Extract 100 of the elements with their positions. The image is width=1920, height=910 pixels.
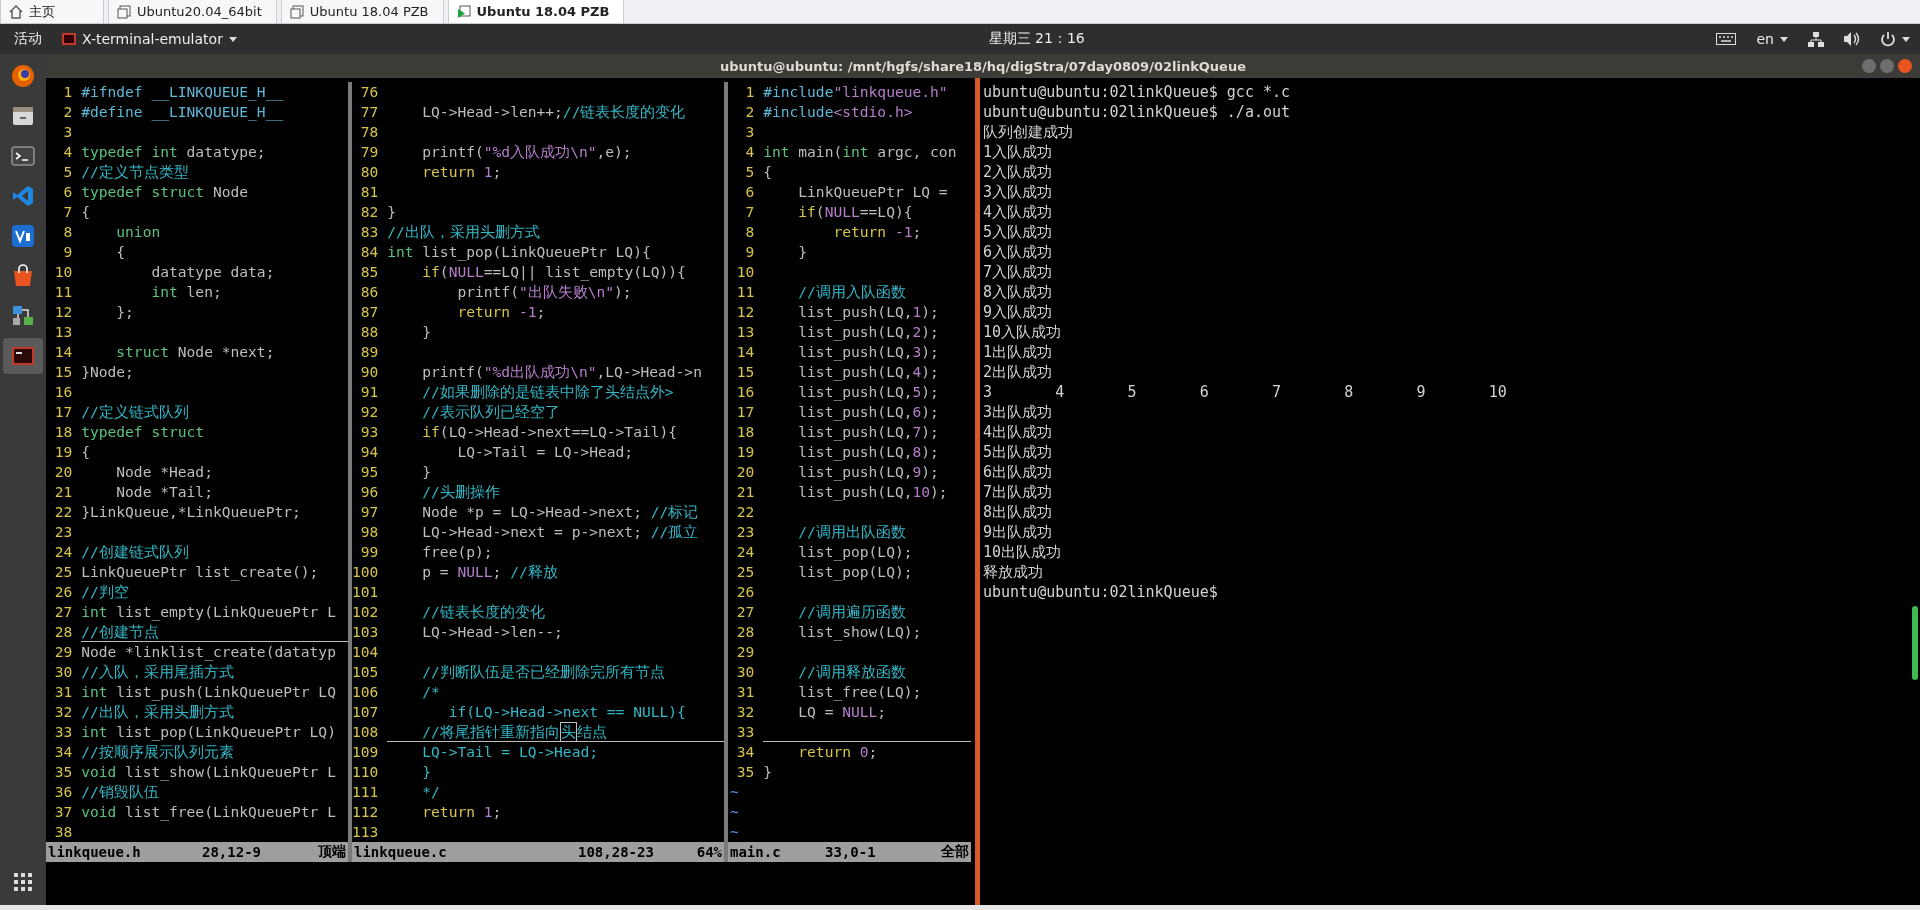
line-number: 89: [359, 342, 380, 362]
line-number: 25: [735, 562, 756, 582]
code-line: typedef int datatype;: [81, 142, 266, 162]
line-number: 21: [735, 482, 756, 502]
line-number: 19: [53, 442, 74, 462]
scrollbar-thumb[interactable]: [1912, 606, 1918, 680]
code-line: }LinkQueue,*LinkQueuePtr;: [81, 502, 301, 522]
power-icon[interactable]: [1880, 31, 1896, 47]
code-line: Node *Tail;: [115, 482, 213, 502]
file-drawer-icon: [11, 104, 35, 128]
code-line: void list_show(LinkQueuePtr L: [81, 762, 336, 782]
line-number: 5: [62, 162, 74, 182]
network-icon[interactable]: [1808, 31, 1824, 47]
code-line: list_push(LQ,7);: [797, 422, 939, 442]
code-line: int list_push(LinkQueuePtr LQ: [81, 682, 336, 702]
terminal-line: 2出队成功: [983, 362, 1053, 382]
line-number: 111: [352, 782, 380, 802]
line-number: 110: [352, 762, 380, 782]
line-number: 108: [352, 722, 380, 742]
clock[interactable]: 星期三 21：16: [868, 30, 1085, 48]
line-number: 22: [735, 502, 756, 522]
split-handle[interactable]: [975, 78, 980, 905]
line-number: 113: [352, 822, 380, 842]
line-number: 83: [359, 222, 380, 242]
code-line: int main(int argc, con: [763, 142, 957, 162]
code-line: #ifndef __LINKQUEUE_H__: [81, 82, 284, 102]
line-number: 8: [744, 222, 756, 242]
vm-tab[interactable]: 主页: [0, 0, 104, 23]
line-number: 85: [359, 262, 380, 282]
code-line: //出队，采用头删方式: [387, 222, 540, 242]
code-line: list_push(LQ,5);: [797, 382, 939, 402]
code-line: if(NULL==LQ|| list_empty(LQ)){: [421, 262, 686, 282]
code-line: list_pop(LQ);: [797, 542, 913, 562]
code-line: LQ->Head->len++;//链表长度的变化: [421, 102, 686, 122]
code-line: LQ->Head->next = p->next; //孤立: [421, 522, 699, 542]
code-line: LQ = NULL;: [797, 702, 887, 722]
line-number: 5: [744, 162, 756, 182]
code-line: LinkQueuePtr list_create();: [81, 562, 319, 582]
code-line: void list_free(LinkQueuePtr L: [81, 802, 336, 822]
line-number: 12: [735, 302, 756, 322]
terminal-line: ubuntu@ubuntu:02linkQueue$ ./a.out: [983, 102, 1291, 122]
code-line: /*: [421, 682, 440, 702]
terminal-line: 8入队成功: [983, 282, 1053, 302]
code-line: //调用入队函数: [797, 282, 906, 302]
line-number: 13: [735, 322, 756, 342]
line-number: 1: [744, 82, 756, 102]
line-number: 4: [62, 142, 74, 162]
code-line: {: [81, 442, 90, 462]
app-grid-icon[interactable]: [14, 873, 32, 891]
code-line: //定义节点类型: [81, 162, 189, 182]
network-icon: [11, 304, 35, 328]
code-line: */: [421, 782, 440, 802]
line-number: 37: [53, 802, 74, 822]
line-number: 27: [735, 602, 756, 622]
code-line: list_push(LQ,2);: [797, 322, 939, 342]
code-line: Node *p = LQ->Head->next; //标记: [421, 502, 699, 522]
line-number: 82: [359, 202, 380, 222]
line-number: 10: [53, 262, 74, 282]
vm-tab[interactable]: Ubuntu 18.04 PZB: [280, 0, 444, 23]
code-line: //头删操作: [421, 482, 500, 502]
terminal-line: 3 4 5 6 7 8 9 10: [983, 382, 1507, 402]
terminal-line: 2入队成功: [983, 162, 1053, 182]
code-line: if(LQ->Head->next==LQ->Tail){: [421, 422, 678, 442]
code-line: typedef struct: [81, 422, 205, 442]
caret-icon[interactable]: [1902, 36, 1910, 42]
line-number: 9: [744, 242, 756, 262]
line-number: 10: [735, 262, 756, 282]
app-menu[interactable]: X-terminal-emulator: [62, 31, 237, 47]
file-name: linkqueue.c: [354, 844, 448, 860]
line-number: 94: [359, 442, 380, 462]
line-number: 15: [735, 362, 756, 382]
line-number: 33: [53, 722, 74, 742]
line-number: 18: [53, 422, 74, 442]
language-menu[interactable]: en: [1756, 31, 1788, 47]
line-number: 93: [359, 422, 380, 442]
terminal-icon: [11, 144, 35, 168]
vm-tab[interactable]: Ubuntu20.04_64bit: [108, 0, 277, 23]
code-line: //判断队伍是否已经删除完所有节点: [421, 662, 665, 682]
shopping-bag-icon: [11, 264, 35, 288]
terminal-line: 10入队成功: [983, 322, 1062, 342]
line-number: 21: [53, 482, 74, 502]
volume-icon[interactable]: [1844, 31, 1860, 47]
terminal-line: 4出队成功: [983, 422, 1053, 442]
line-number: 30: [53, 662, 74, 682]
vm-tab[interactable]: Ubuntu 18.04 PZB: [447, 0, 625, 23]
line-number: 16: [735, 382, 756, 402]
line-number: 78: [359, 122, 380, 142]
line-number: 11: [735, 282, 756, 302]
code-line: //判空: [81, 582, 129, 602]
close-button[interactable]: [1898, 59, 1912, 73]
filler-tilde: ~: [729, 802, 740, 822]
line-number: 28: [53, 622, 74, 642]
keyboard-icon[interactable]: [1716, 33, 1737, 45]
activities-button[interactable]: 活动: [14, 30, 42, 48]
line-number: 107: [352, 702, 380, 722]
line-number: 34: [53, 742, 74, 762]
line-number: 35: [735, 762, 756, 782]
line-number: 30: [735, 662, 756, 682]
code-line: list_show(LQ);: [797, 622, 922, 642]
cursor-position: 108,28-23: [578, 844, 655, 860]
